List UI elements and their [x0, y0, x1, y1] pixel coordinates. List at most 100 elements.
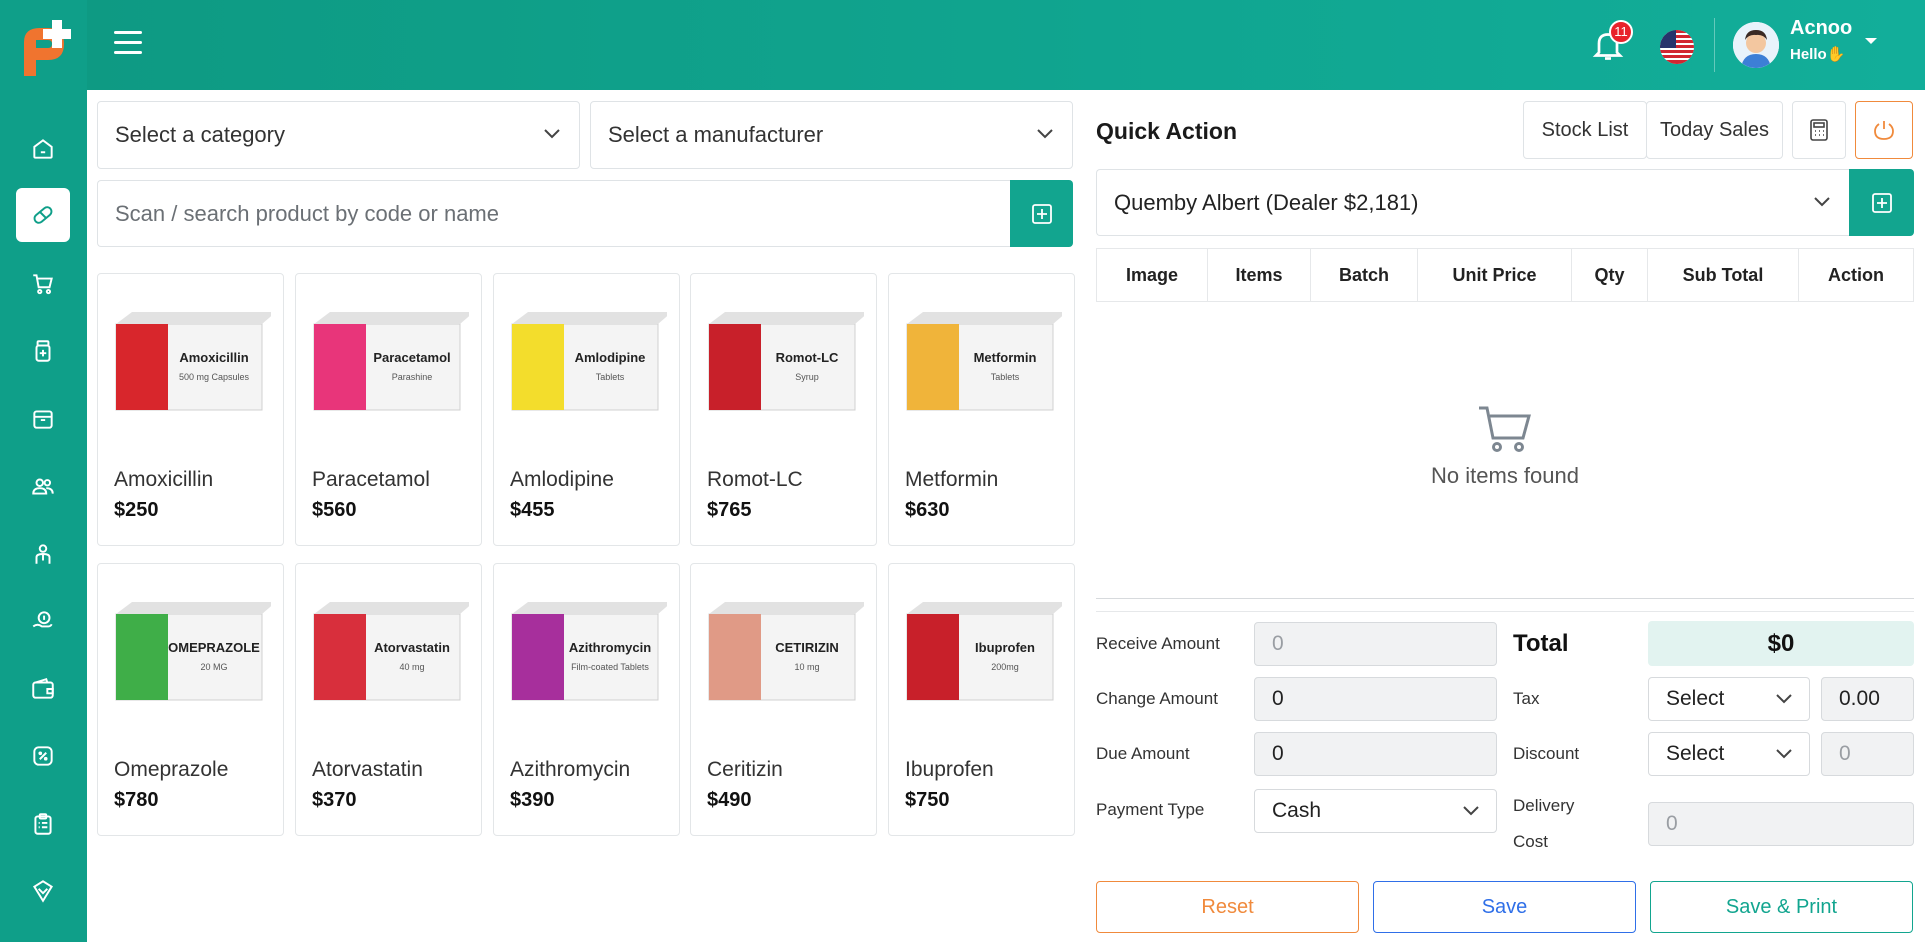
product-card[interactable]: Ibuprofen 200mg Ibuprofen $750 — [888, 563, 1075, 836]
product-card[interactable]: Paracetamol Parashine Paracetamol $560 — [295, 273, 482, 546]
tax-amount-field: 0.00 — [1821, 677, 1914, 721]
sidebar-item-staff[interactable] — [16, 527, 70, 581]
delivery-cost-label: Cost — [1513, 832, 1548, 851]
product-pack-label: OMEPRAZOLE — [168, 640, 260, 655]
product-image: Romot-LC Syrup — [708, 312, 864, 411]
category-select-label: Select a category — [115, 122, 285, 147]
product-name: Ibuprofen — [905, 758, 994, 781]
app-logo[interactable] — [18, 18, 78, 80]
payment-type-select[interactable]: Cash — [1254, 789, 1497, 833]
product-card[interactable]: OMEPRAZOLE 20 MG Omeprazole $780 — [97, 563, 284, 836]
product-card[interactable]: Amoxicillin 500 mg Capsules Amoxicillin $25… — [97, 273, 284, 546]
product-pack-sublabel: 500 mg Capsules — [179, 372, 250, 382]
product-card[interactable]: Metformin Tablets Metformin $630 — [888, 273, 1075, 546]
sidebar-item-purchase[interactable] — [16, 257, 70, 311]
product-name: Metformin — [905, 468, 999, 491]
plus-square-icon — [1031, 203, 1052, 224]
empty-cart-icon — [1479, 406, 1531, 452]
product-card[interactable]: Amlodipine Tablets Amlodipine $455 — [493, 273, 680, 546]
product-image: Atorvastatin 40 mg — [313, 602, 469, 701]
category-select[interactable]: Select a category — [97, 101, 580, 169]
avatar[interactable] — [1733, 22, 1779, 68]
product-card[interactable]: CETIRIZIN 10 mg Ceritizin $490 — [690, 563, 877, 836]
chevron-down-icon — [544, 129, 560, 139]
product-image: OMEPRAZOLE 20 MG — [115, 602, 271, 701]
sidebar-item-reports[interactable] — [16, 797, 70, 851]
home-icon — [33, 139, 53, 159]
chevron-down-icon — [1037, 129, 1053, 139]
delivery-label: Delivery — [1513, 796, 1575, 815]
column-header-batch: Batch — [1311, 249, 1418, 301]
receive-amount-input[interactable]: 0 — [1254, 622, 1497, 666]
sidebar-item-discount[interactable] — [16, 729, 70, 783]
sidebar-item-parties[interactable] — [16, 459, 70, 513]
product-price: $390 — [510, 789, 555, 811]
product-pack-label: Azithromycin — [569, 640, 651, 655]
delivery-cost-input[interactable]: 0 — [1648, 802, 1914, 846]
due-amount-label: Due Amount — [1096, 744, 1190, 763]
power-icon — [1874, 121, 1894, 140]
total-label: Total — [1513, 630, 1569, 657]
tax-label: Tax — [1513, 689, 1540, 708]
product-price: $490 — [707, 789, 752, 811]
add-customer-button[interactable] — [1849, 169, 1914, 236]
cart-table-header: Image Items Batch Unit Price Qty Sub Tot… — [1096, 248, 1914, 302]
product-pack-sublabel: 10 mg — [794, 662, 819, 672]
chevron-down-icon — [1814, 197, 1830, 207]
product-pack-sublabel: Film-coated Tablets — [571, 662, 649, 672]
chevron-down-icon — [1776, 749, 1792, 759]
discount-select[interactable]: Select — [1648, 732, 1810, 776]
product-image: Ibuprofen 200mg — [906, 602, 1062, 701]
product-price: $780 — [114, 789, 159, 811]
tax-select-value: Select — [1666, 687, 1725, 710]
sidebar-item-finance[interactable] — [16, 594, 70, 648]
product-pack-label: Amlodipine — [575, 350, 646, 365]
caret-down-icon[interactable] — [1864, 36, 1878, 46]
today-sales-button[interactable]: Today Sales — [1646, 101, 1783, 159]
save-button[interactable]: Save — [1373, 881, 1636, 933]
users-icon — [32, 478, 54, 495]
sidebar-item-medicine[interactable] — [16, 324, 70, 378]
product-search-input[interactable]: Scan / search product by code or name — [97, 180, 1010, 247]
manufacturer-select[interactable]: Select a manufacturer — [590, 101, 1073, 169]
sidebar-item-settings[interactable] — [16, 864, 70, 918]
discount-amount-input[interactable]: 0 — [1821, 732, 1914, 776]
money-hand-icon — [32, 611, 53, 628]
product-name: Azithromycin — [510, 758, 631, 781]
payment-type-value: Cash — [1272, 799, 1322, 822]
reset-button[interactable]: Reset — [1096, 881, 1359, 933]
product-image: Metformin Tablets — [906, 312, 1062, 411]
product-pack-label: Atorvastatin — [374, 640, 450, 655]
sidebar-item-pos[interactable] — [16, 188, 70, 242]
user-name[interactable]: Acnoo — [1790, 17, 1852, 40]
product-card[interactable]: Romot-LC Syrup Romot-LC $765 — [690, 273, 877, 546]
user-tie-icon — [35, 544, 51, 564]
us-flag-icon[interactable] — [1660, 30, 1694, 64]
product-image: Amlodipine Tablets — [511, 312, 667, 411]
product-pack-sublabel: Parashine — [392, 372, 433, 382]
stock-list-button[interactable]: Stock List — [1523, 101, 1647, 159]
sidebar-item-inventory[interactable] — [16, 392, 70, 446]
menu-toggle-icon[interactable] — [114, 31, 142, 57]
product-name: Amlodipine — [510, 468, 614, 491]
cart-empty-message: No items found — [1431, 463, 1579, 488]
sidebar-item-dashboard[interactable] — [16, 122, 70, 176]
header-divider — [1714, 18, 1715, 72]
product-name: Amoxicillin — [114, 468, 214, 491]
product-image: Paracetamol Parashine — [313, 312, 469, 411]
customer-select[interactable]: Quemby Albert (Dealer $2,181) — [1096, 169, 1849, 236]
user-greeting: Hello✋ — [1790, 46, 1846, 63]
calculator-button[interactable] — [1792, 101, 1846, 159]
sidebar-item-wallet[interactable] — [16, 662, 70, 716]
quick-action-title: Quick Action — [1096, 118, 1237, 144]
product-image: Azithromycin Film-coated Tablets — [511, 602, 667, 701]
add-product-button[interactable] — [1010, 180, 1073, 247]
save-print-button[interactable]: Save & Print — [1650, 881, 1913, 933]
product-price: $750 — [905, 789, 950, 811]
product-card[interactable]: Atorvastatin 40 mg Atorvastatin $370 — [295, 563, 482, 836]
product-price: $250 — [114, 499, 159, 521]
power-button[interactable] — [1855, 101, 1913, 159]
product-pack-sublabel: 40 mg — [399, 662, 424, 672]
product-card[interactable]: Azithromycin Film-coated Tablets Azithromy… — [493, 563, 680, 836]
tax-select[interactable]: Select — [1648, 677, 1810, 721]
